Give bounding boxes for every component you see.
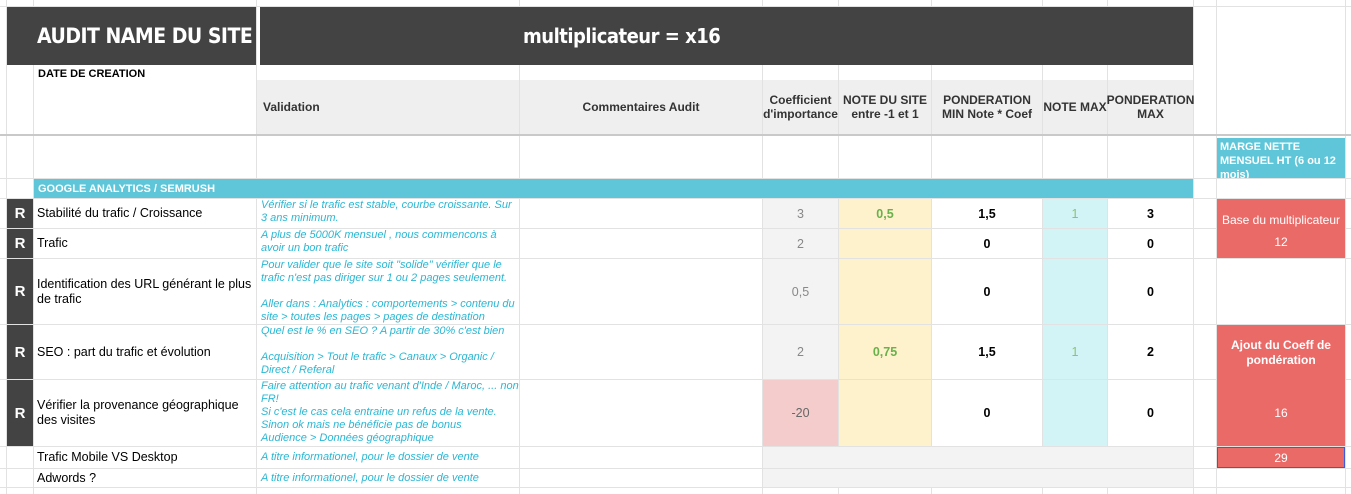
grid-line [0, 134, 1351, 136]
row-coef[interactable]: -20 [763, 380, 838, 446]
row-pond-min[interactable]: 0 [932, 229, 1042, 258]
col-coef[interactable]: Coefficient d'importance [763, 80, 838, 134]
row-pond-max[interactable]: 0 [1108, 380, 1193, 446]
row-note-site[interactable] [839, 380, 931, 446]
section-title-text: GOOGLE ANALYTICS / SEMRUSH [38, 182, 216, 195]
total-value[interactable]: 29 [1217, 447, 1345, 468]
row-note-max[interactable] [1043, 229, 1107, 258]
row-validation[interactable]: Vérifier si le trafic est stable, courbe… [261, 199, 519, 228]
col-pond-min[interactable]: PONDERATION MIN Note * Coef [932, 80, 1042, 134]
row-coef[interactable]: 2 [763, 229, 838, 258]
audit-title-bar: AUDIT NAME DU SITE [7, 7, 256, 65]
grid-line [0, 487, 1351, 488]
coeff-ponderation-value: 16 [1274, 406, 1288, 420]
row-note-site[interactable]: 0,5 [839, 199, 931, 228]
row-note-max[interactable]: 1 [1043, 199, 1107, 228]
base-multiplier-value: 12 [1274, 235, 1288, 249]
row-pond-min[interactable]: 1,5 [932, 199, 1042, 228]
row-marker: R [7, 380, 33, 446]
row-validation[interactable]: Pour valider que le site soit "solide" v… [261, 259, 519, 324]
row-validation-line: Aller dans : Analytics : comportements >… [261, 298, 515, 323]
row-label[interactable]: Stabilité du trafic / Croissance [34, 199, 256, 228]
row-validation[interactable]: A plus de 5000K mensuel , nous commencon… [261, 229, 519, 258]
row-marker: R [7, 325, 33, 379]
grid-line [1193, 0, 1194, 494]
row-validation-line: Quel est le % en SEO ? A partir de 30% c… [261, 325, 505, 337]
col-note-max[interactable]: NOTE MAX [1043, 80, 1107, 134]
multiplier-label: multiplicateur = x16 [523, 24, 721, 48]
row-coef[interactable]: 0,5 [763, 259, 838, 324]
creation-date-label: DATE DE CREATION [38, 68, 146, 80]
multiplier-bar: multiplicateur = x16 [260, 7, 1193, 65]
row-note-site[interactable]: 0,75 [839, 325, 931, 379]
col-note-site[interactable]: NOTE DU SITE entre -1 et 1 [839, 80, 931, 134]
section-title: GOOGLE ANALYTICS / SEMRUSH [34, 179, 1193, 198]
row-marker: R [7, 259, 33, 324]
row-pond-min[interactable]: 0 [932, 259, 1042, 324]
col-comments[interactable]: Commentaires Audit [520, 80, 762, 134]
marge-nette-label[interactable]: MARGE NETTE MENSUEL HT (6 ou 12 mois) [1217, 138, 1345, 178]
row-pond-min[interactable]: 1,5 [932, 325, 1042, 379]
row-coef[interactable]: 3 [763, 199, 838, 228]
row-label[interactable]: Identification des URL générant le plus … [34, 259, 256, 324]
row-label[interactable]: Adwords ? [34, 469, 256, 487]
grid-line [256, 0, 257, 494]
row-coef[interactable]: 2 [763, 325, 838, 379]
row-validation[interactable]: A titre informationel, pour le dossier d… [261, 469, 519, 487]
grid-line [1345, 0, 1346, 494]
row-validation-line: Pour valider que le site soit "solide" v… [261, 259, 508, 284]
row-validation-line: Faire attention au trafic venant d'Inde … [261, 380, 519, 405]
row-pond-max[interactable]: 0 [1108, 229, 1193, 258]
coeff-ponderation-label: Ajout du Coeff de pondération [1231, 338, 1331, 367]
grid-line [519, 0, 520, 494]
coeff-ponderation-box[interactable]: Ajout du Coeff de pondération 16 [1217, 325, 1345, 446]
row-validation[interactable]: Quel est le % en SEO ? A partir de 30% c… [261, 325, 519, 379]
col-pond-max[interactable]: PONDERATION MAX [1107, 80, 1194, 134]
row-empty-cells [763, 469, 1193, 487]
base-multiplier-label: Base du multiplicateur [1221, 213, 1341, 227]
row-note-max[interactable] [1043, 259, 1107, 324]
row-pond-max[interactable]: 3 [1108, 199, 1193, 228]
row-note-site[interactable] [839, 259, 931, 324]
row-validation-line: Audience > Données géographique [261, 432, 434, 444]
row-empty-cells [763, 447, 1193, 468]
base-multiplier-box[interactable]: Base du multiplicateur 12 [1217, 199, 1345, 258]
row-label[interactable]: Vérifier la provenance géographique des … [34, 380, 256, 446]
audit-title: AUDIT NAME DU SITE [37, 24, 253, 48]
row-marker: R [7, 199, 33, 228]
col-validation[interactable]: Validation [257, 80, 519, 134]
row-note-max[interactable] [1043, 380, 1107, 446]
row-note-max[interactable]: 1 [1043, 325, 1107, 379]
row-validation[interactable]: Faire attention au trafic venant d'Inde … [261, 380, 519, 446]
row-pond-max[interactable]: 2 [1108, 325, 1193, 379]
row-label[interactable]: Trafic Mobile VS Desktop [34, 447, 256, 468]
row-validation-line: Acquisition > Tout le trafic > Canaux > … [261, 351, 494, 376]
row-validation-line: Si c'est le cas cela entraine un refus d… [261, 406, 497, 431]
row-label[interactable]: Trafic [34, 229, 256, 258]
row-label[interactable]: SEO : part du trafic et évolution [34, 325, 256, 379]
row-note-site[interactable] [839, 229, 931, 258]
row-pond-max[interactable]: 0 [1108, 259, 1193, 324]
row-pond-min[interactable]: 0 [932, 380, 1042, 446]
row-validation[interactable]: A titre informationel, pour le dossier d… [261, 447, 519, 468]
row-marker: R [7, 229, 33, 258]
